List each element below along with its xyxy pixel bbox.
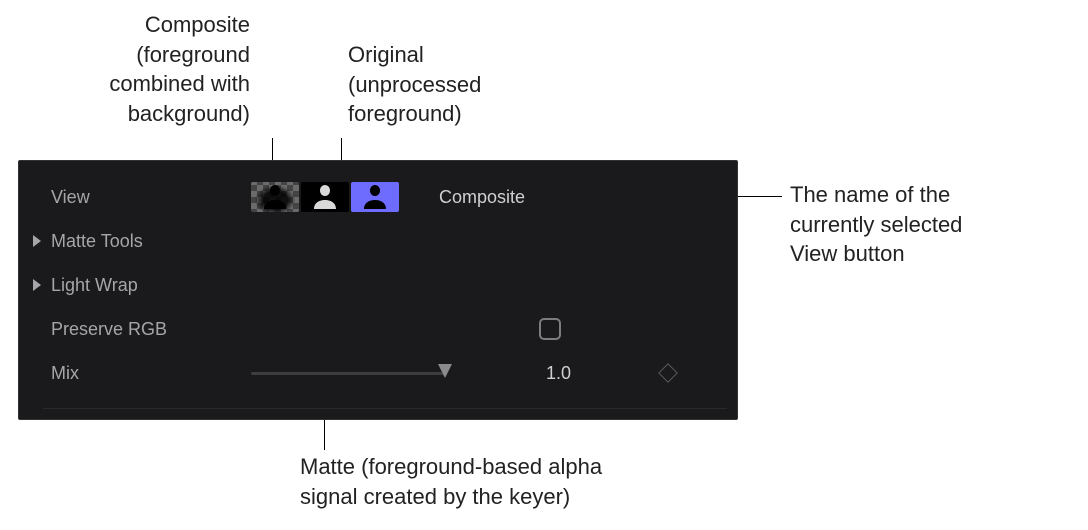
slider-thumb-icon[interactable] bbox=[436, 364, 454, 380]
preserve-rgb-checkbox[interactable] bbox=[539, 318, 561, 340]
view-button-original[interactable] bbox=[351, 182, 399, 212]
callout-view-name: The name of the currently selected View … bbox=[790, 180, 1070, 269]
keyer-inspector-panel: View Composite Matte Tools Light Wrap Pr… bbox=[18, 160, 738, 420]
callout-original: Original (unprocessed foreground) bbox=[348, 40, 548, 129]
selected-view-name: Composite bbox=[439, 187, 525, 208]
silhouette-icon bbox=[364, 185, 386, 209]
preserve-rgb-label: Preserve RGB bbox=[51, 319, 251, 340]
callout-matte: Matte (foreground-based alpha signal cre… bbox=[300, 452, 700, 511]
panel-divider bbox=[43, 408, 727, 409]
light-wrap-label[interactable]: Light Wrap bbox=[51, 275, 251, 296]
view-button-matte[interactable] bbox=[301, 182, 349, 212]
silhouette-icon bbox=[314, 185, 336, 209]
matte-tools-label[interactable]: Matte Tools bbox=[51, 231, 251, 252]
view-label: View bbox=[51, 187, 251, 208]
disclosure-triangle-icon[interactable] bbox=[33, 279, 41, 291]
keyframe-diamond-icon[interactable] bbox=[658, 363, 678, 383]
mix-value[interactable]: 1.0 bbox=[546, 363, 571, 384]
view-button-composite[interactable] bbox=[251, 182, 299, 212]
mix-slider[interactable] bbox=[251, 372, 446, 375]
silhouette-icon bbox=[264, 185, 286, 209]
callout-composite: Composite (foreground combined with back… bbox=[80, 10, 250, 129]
mix-label: Mix bbox=[51, 363, 251, 384]
view-mode-buttons bbox=[251, 182, 399, 212]
disclosure-triangle-icon[interactable] bbox=[33, 235, 41, 247]
